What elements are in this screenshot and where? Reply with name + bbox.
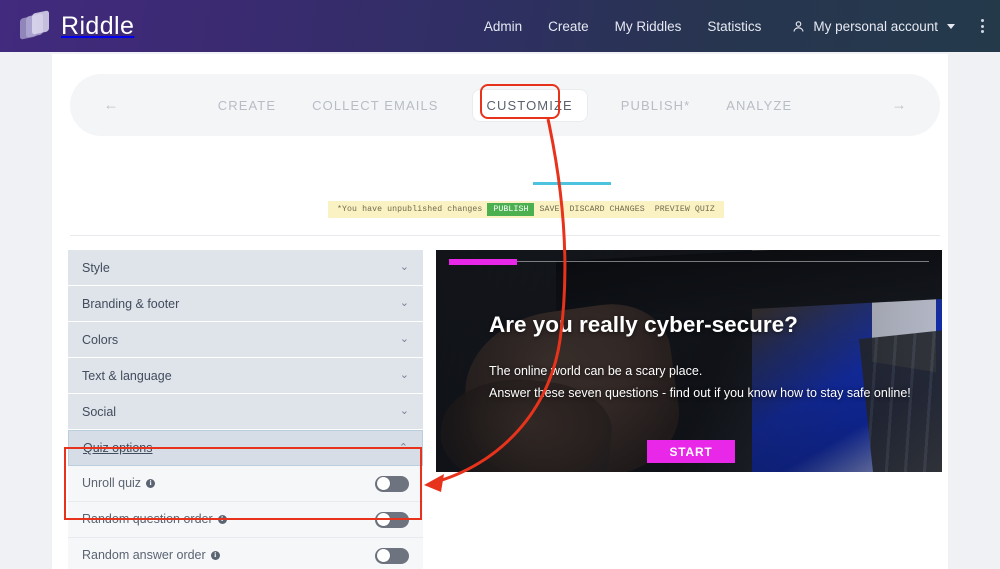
chevron-down-icon: ⌄ xyxy=(399,297,409,309)
header-divider xyxy=(70,235,940,236)
nav-link-admin[interactable]: Admin xyxy=(484,19,522,34)
accordion-section-branding-footer[interactable]: Branding & footer ⌄ xyxy=(68,286,423,322)
quiz-description-line-1: The online world can be a scary place. xyxy=(489,364,703,378)
unpublished-message: *You have unpublished changes xyxy=(337,205,483,214)
chevron-down-icon: ⌄ xyxy=(399,261,409,273)
toggle-unroll-quiz[interactable] xyxy=(375,475,409,492)
option-label: Unroll quiz xyxy=(82,476,142,491)
preview-quiz-button[interactable]: PREVIEW QUIZ xyxy=(650,205,720,214)
tab-customize[interactable]: CUSTOMIZE xyxy=(472,89,587,121)
option-label: Random answer order xyxy=(82,548,206,563)
accordion-label: Social xyxy=(82,404,117,419)
wizard-tabs: CREATE COLLECT EMAILS CUSTOMIZE PUBLISH*… xyxy=(216,89,795,121)
option-label: Random question order xyxy=(82,512,213,527)
active-tab-underline xyxy=(533,182,611,185)
tab-publish[interactable]: PUBLISH* xyxy=(619,91,693,120)
account-menu[interactable]: My personal account xyxy=(791,19,955,34)
wizard-next-arrow-icon[interactable]: → xyxy=(888,98,910,113)
top-navigation-bar: Riddle Admin Create My Riddles Statistic… xyxy=(0,0,1000,52)
riddle-logo-link[interactable]: Riddle xyxy=(20,10,135,41)
chevron-down-icon xyxy=(947,23,955,29)
discard-changes-button[interactable]: DISCARD CHANGES xyxy=(565,205,650,214)
customize-accordion: Style ⌄ Branding & footer ⌄ Colors ⌄ Tex… xyxy=(68,250,423,569)
brand-name: Riddle xyxy=(61,11,135,40)
accordion-section-style[interactable]: Style ⌄ xyxy=(68,250,423,286)
accordion-label: Branding & footer xyxy=(82,296,180,311)
accordion-section-text-language[interactable]: Text & language ⌄ xyxy=(68,358,423,394)
wizard-prev-arrow-icon[interactable]: ← xyxy=(100,98,122,113)
accordion-section-quiz-options[interactable]: Quiz options ⌃ xyxy=(68,430,423,466)
save-button[interactable]: SAVE xyxy=(534,205,564,214)
accordion-label: Colors xyxy=(82,332,119,347)
accordion-label: Style xyxy=(82,260,110,275)
nav-link-my-riddles[interactable]: My Riddles xyxy=(615,19,682,34)
accordion-label: Text & language xyxy=(82,368,172,383)
tab-collect-emails[interactable]: COLLECT EMAILS xyxy=(310,91,440,120)
quiz-preview-panel[interactable]: Are you really cyber-secure? The online … xyxy=(436,250,942,472)
info-icon[interactable]: i xyxy=(217,515,227,524)
nav-link-create[interactable]: Create xyxy=(548,19,589,34)
account-label: My personal account xyxy=(813,18,938,34)
chevron-up-icon: ⌃ xyxy=(398,441,408,454)
toggle-random-answer-order[interactable] xyxy=(375,547,409,564)
chevron-down-icon: ⌄ xyxy=(399,333,409,345)
progress-track xyxy=(449,261,929,262)
info-icon[interactable]: i xyxy=(146,479,156,488)
primary-nav-links: Admin Create My Riddles Statistics xyxy=(484,19,762,34)
person-icon xyxy=(793,20,804,32)
option-row-unroll-quiz: Unroll quiz i xyxy=(68,466,423,502)
option-row-random-question-order: Random question order i xyxy=(68,502,423,538)
app-page: Riddle Admin Create My Riddles Statistic… xyxy=(0,0,1000,569)
start-button[interactable]: START xyxy=(647,440,735,463)
tab-create[interactable]: CREATE xyxy=(216,91,278,120)
quiz-title: Are you really cyber-secure? xyxy=(489,312,798,337)
wizard-tab-bar: ← CREATE COLLECT EMAILS CUSTOMIZE PUBLIS… xyxy=(70,74,940,136)
option-row-random-answer-order: Random answer order i xyxy=(68,538,423,569)
quiz-description: The online world can be a scary place. A… xyxy=(489,361,911,404)
quiz-description-line-2: Answer these seven questions - find out … xyxy=(489,385,911,400)
toggle-random-question-order[interactable] xyxy=(375,511,409,528)
accordion-section-colors[interactable]: Colors ⌄ xyxy=(68,322,423,358)
chevron-down-icon: ⌄ xyxy=(399,369,409,381)
unpublished-changes-bar: *You have unpublished changes PUBLISH SA… xyxy=(328,201,724,218)
publish-button[interactable]: PUBLISH xyxy=(487,203,535,216)
kebab-menu-icon[interactable] xyxy=(981,19,984,33)
tab-analyze[interactable]: ANALYZE xyxy=(724,91,794,120)
content-card: ← CREATE COLLECT EMAILS CUSTOMIZE PUBLIS… xyxy=(52,54,948,569)
chevron-down-icon: ⌄ xyxy=(399,405,409,417)
info-icon[interactable]: i xyxy=(210,551,220,560)
accordion-section-social[interactable]: Social ⌄ xyxy=(68,394,423,430)
nav-link-statistics[interactable]: Statistics xyxy=(707,19,761,34)
riddle-logo-icon xyxy=(20,10,54,40)
progress-bar xyxy=(449,259,517,265)
accordion-label: Quiz options xyxy=(83,441,153,455)
